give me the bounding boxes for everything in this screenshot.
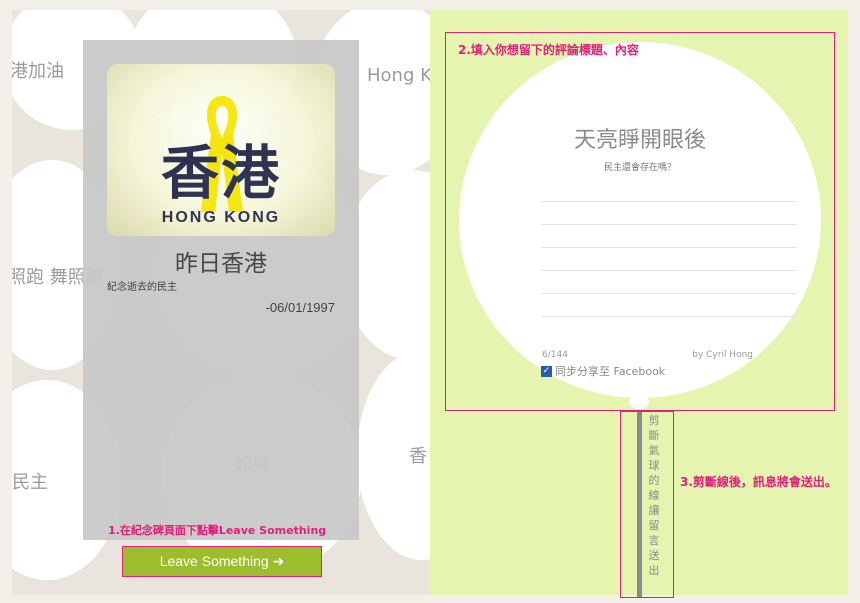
hong-kong-ribbon-image: 香港 HONG KONG: [107, 64, 335, 236]
balloon-form-page: 天亮睜開眼後 民主還會存在嗎？ 6/144 by Cyril Hong ✓ 同步…: [430, 10, 848, 598]
leave-something-button[interactable]: Leave Something ➜: [122, 546, 322, 577]
step2-highlight-frame: [445, 32, 835, 411]
memorial-date: -06/01/1997: [265, 300, 335, 315]
step3-instruction: 3.剪斷線後，訊息將會送出。: [680, 475, 837, 489]
step3-highlight-frame: [620, 411, 674, 598]
logo-chinese: 香港: [160, 139, 281, 207]
memorial-page: 港加油 Hong K 照跑 舞照跳 民主 如果 香 香港 HONG KONG 昨…: [12, 10, 430, 595]
background-word[interactable]: 港加油: [12, 57, 64, 83]
memorial-title: 昨日香港: [175, 251, 267, 277]
step1-instruction: 1.在紀念碑頁面下點擊Leave Something: [108, 524, 327, 537]
step2-instruction: 2.填入你想留下的評論標題、內容: [458, 43, 639, 57]
page: 港加油 Hong K 照跑 舞照跳 民主 如果 香 香港 HONG KONG 昨…: [0, 0, 860, 603]
logo-english: HONG KONG: [161, 209, 281, 226]
background-word[interactable]: 香: [409, 442, 427, 468]
balloon-knot: [629, 395, 649, 409]
memorial-card: 香港 HONG KONG 昨日香港 紀念逝去的民主 -06/01/1997: [83, 40, 359, 540]
memorial-subtitle: 紀念逝去的民主: [107, 282, 177, 293]
background-word[interactable]: 民主: [12, 468, 48, 494]
background-word[interactable]: Hong K: [367, 65, 430, 86]
